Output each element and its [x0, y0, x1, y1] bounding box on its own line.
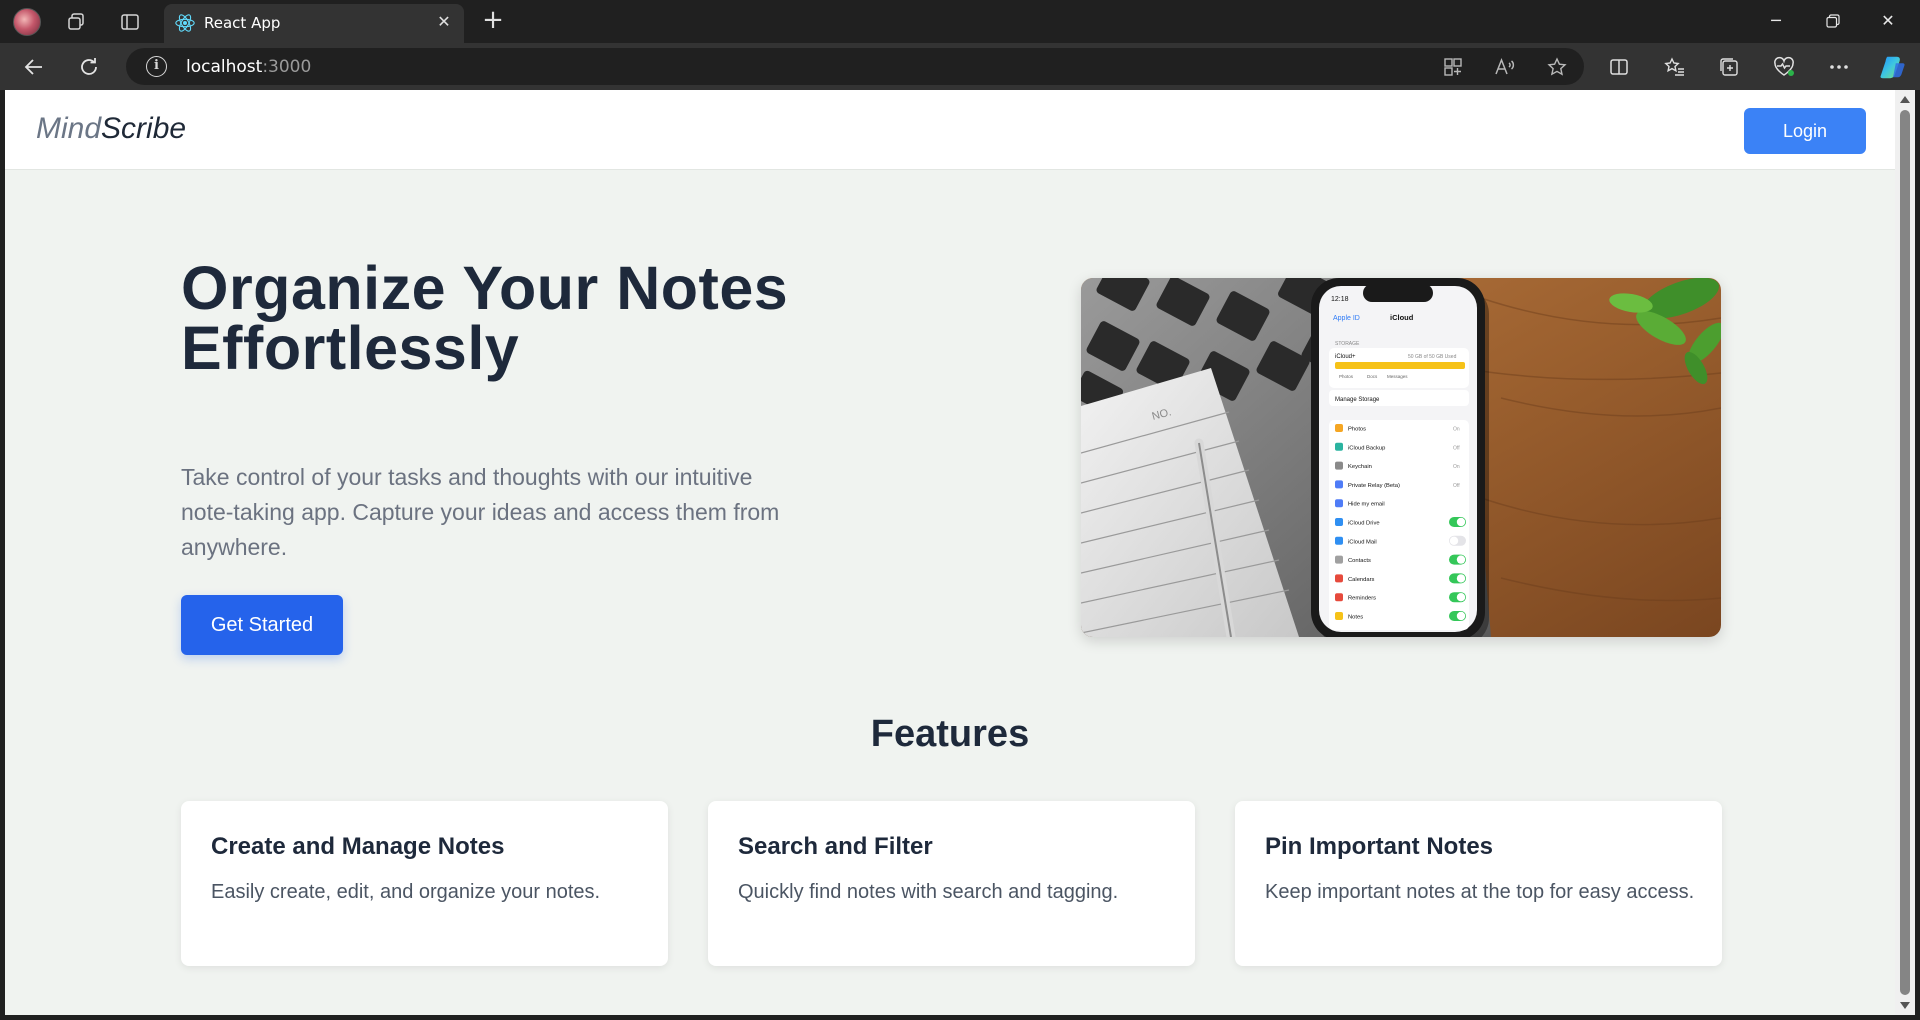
phone-app-state: Off: [1453, 445, 1460, 451]
phone-app-icon: [1335, 555, 1343, 564]
phone-toggle-knob: [1456, 611, 1466, 621]
feature-card-description: Keep important notes at the top for easy…: [1265, 881, 1695, 903]
phone-app-label: iCloud Mail: [1348, 539, 1377, 545]
phone-screen-title: iCloud: [1390, 313, 1414, 322]
feature-card-title: Search and Filter: [738, 833, 933, 860]
phone-app-state: Off: [1453, 483, 1460, 489]
phone-app-label: Contacts: [1348, 558, 1371, 564]
get-started-button[interactable]: Get Started: [181, 595, 343, 655]
workspaces-icon[interactable]: [64, 10, 88, 34]
tab-react-app[interactable]: React App ✕: [164, 4, 464, 43]
scroll-down-icon[interactable]: [1900, 1002, 1910, 1009]
phone-app-label: Notes: [1348, 615, 1363, 621]
collections-icon[interactable]: [1715, 53, 1743, 81]
scrollbar-thumb[interactable]: [1900, 110, 1910, 995]
phone-app-icon: [1335, 461, 1343, 470]
new-tab-icon[interactable]: +: [480, 7, 506, 34]
phone-app-icon: [1335, 499, 1343, 508]
feature-card-create: Create and Manage Notes Easily create, e…: [181, 801, 668, 966]
split-screen-icon[interactable]: [1605, 53, 1633, 81]
feature-card-title: Pin Important Notes: [1265, 833, 1494, 860]
hero-title: Organize Your Notes Effortlessly: [181, 254, 789, 382]
page-scrollbar[interactable]: [1895, 90, 1915, 1015]
feature-card-search: Search and Filter Quickly find notes wit…: [708, 801, 1195, 966]
refresh-icon[interactable]: [74, 52, 104, 82]
phone-toggle-knob: [1456, 574, 1466, 583]
features-title: Features: [870, 713, 1030, 755]
read-aloud-icon[interactable]: [1492, 54, 1518, 80]
minimize-icon[interactable]: ─: [1762, 8, 1790, 34]
phone-app-icon: [1335, 480, 1343, 489]
feature-card-description: Quickly find notes with search and taggi…: [738, 881, 1119, 903]
phone-app-label: Calendars: [1348, 577, 1375, 583]
close-window-icon[interactable]: ✕: [1874, 8, 1902, 34]
page-viewport: MindScribe Login Organize Your Notes Eff…: [5, 90, 1895, 1015]
site-info-icon[interactable]: i: [146, 56, 167, 77]
phone-app-icon: [1335, 593, 1343, 602]
phone-app-label: Hide my email: [1348, 502, 1385, 508]
phone-app-label: Private Relay (Beta): [1348, 483, 1400, 489]
phone-manage-storage: Manage Storage: [1335, 397, 1380, 403]
phone-storage-label: STORAGE: [1335, 341, 1360, 347]
app-available-icon[interactable]: [1440, 54, 1466, 80]
phone-app-icon: [1335, 612, 1343, 620]
more-options-icon[interactable]: [1825, 53, 1853, 81]
browser-tab-bar: React App ✕ + ─ ✕: [0, 0, 1920, 43]
site-logo[interactable]: MindScribe: [36, 112, 186, 146]
favorites-icon[interactable]: [1661, 53, 1689, 81]
feature-card-description: Easily create, edit, and organize your n…: [211, 881, 601, 903]
favorite-star-icon[interactable]: [1544, 54, 1570, 80]
phone-app-label: Reminders: [1348, 596, 1376, 602]
phone-legend-docs: Docs: [1367, 374, 1378, 379]
phone-app-icon: [1335, 518, 1343, 526]
scroll-up-icon[interactable]: [1900, 96, 1910, 103]
url-text[interactable]: localhost:3000: [186, 57, 311, 77]
copilot-icon[interactable]: [1879, 53, 1907, 81]
close-tab-icon[interactable]: ✕: [434, 13, 454, 33]
phone-app-state: On: [1453, 427, 1460, 433]
phone-legend-messages: Messages: [1387, 374, 1408, 379]
site-header: MindScribe Login: [5, 90, 1895, 170]
window-bottom-border: [0, 1015, 1920, 1020]
react-icon: [175, 14, 195, 32]
phone-app-icon: [1335, 574, 1343, 583]
phone-app-icon: [1335, 442, 1343, 451]
tab-actions-icon[interactable]: [118, 10, 142, 34]
hero-image: NO. 12:18 Apple ID iCloud STORAGE iCloud…: [1081, 278, 1721, 637]
login-button[interactable]: Login: [1744, 108, 1866, 154]
feature-card-title: Create and Manage Notes: [211, 833, 505, 860]
hero-description: Take control of your tasks and thoughts …: [181, 464, 780, 560]
phone-app-label: Keychain: [1348, 464, 1372, 470]
phone-app-state: On: [1453, 464, 1460, 470]
phone-app-icon: [1335, 424, 1343, 432]
phone-time: 12:18: [1331, 296, 1349, 303]
phone-app-label: iCloud Drive: [1348, 521, 1380, 527]
profile-avatar[interactable]: [13, 8, 41, 36]
phone-app-label: Photos: [1348, 427, 1366, 433]
browser-essentials-icon[interactable]: [1770, 53, 1798, 81]
restore-icon[interactable]: [1819, 8, 1847, 34]
tab-title: React App: [204, 14, 281, 32]
phone-legend-photos: Photos: [1339, 374, 1354, 379]
feature-card-pin: Pin Important Notes Keep important notes…: [1235, 801, 1722, 966]
browser-toolbar: i localhost:3000: [0, 43, 1920, 90]
phone-app-label: iCloud Backup: [1348, 445, 1385, 451]
phone-back-label: Apple ID: [1333, 315, 1360, 322]
phone-toggle-knob: [1456, 593, 1466, 602]
phone-toggle-knob: [1449, 536, 1459, 545]
phone-app-icon: [1335, 536, 1343, 545]
phone-toggle-knob: [1456, 555, 1466, 564]
phone-toggle-knob: [1456, 517, 1466, 527]
phone-storage-used: 50 GB of 50 GB Used: [1408, 354, 1457, 360]
phone-storage-plan: iCloud+: [1335, 354, 1356, 360]
address-bar[interactable]: i localhost:3000: [126, 48, 1584, 85]
back-icon[interactable]: [19, 52, 49, 82]
